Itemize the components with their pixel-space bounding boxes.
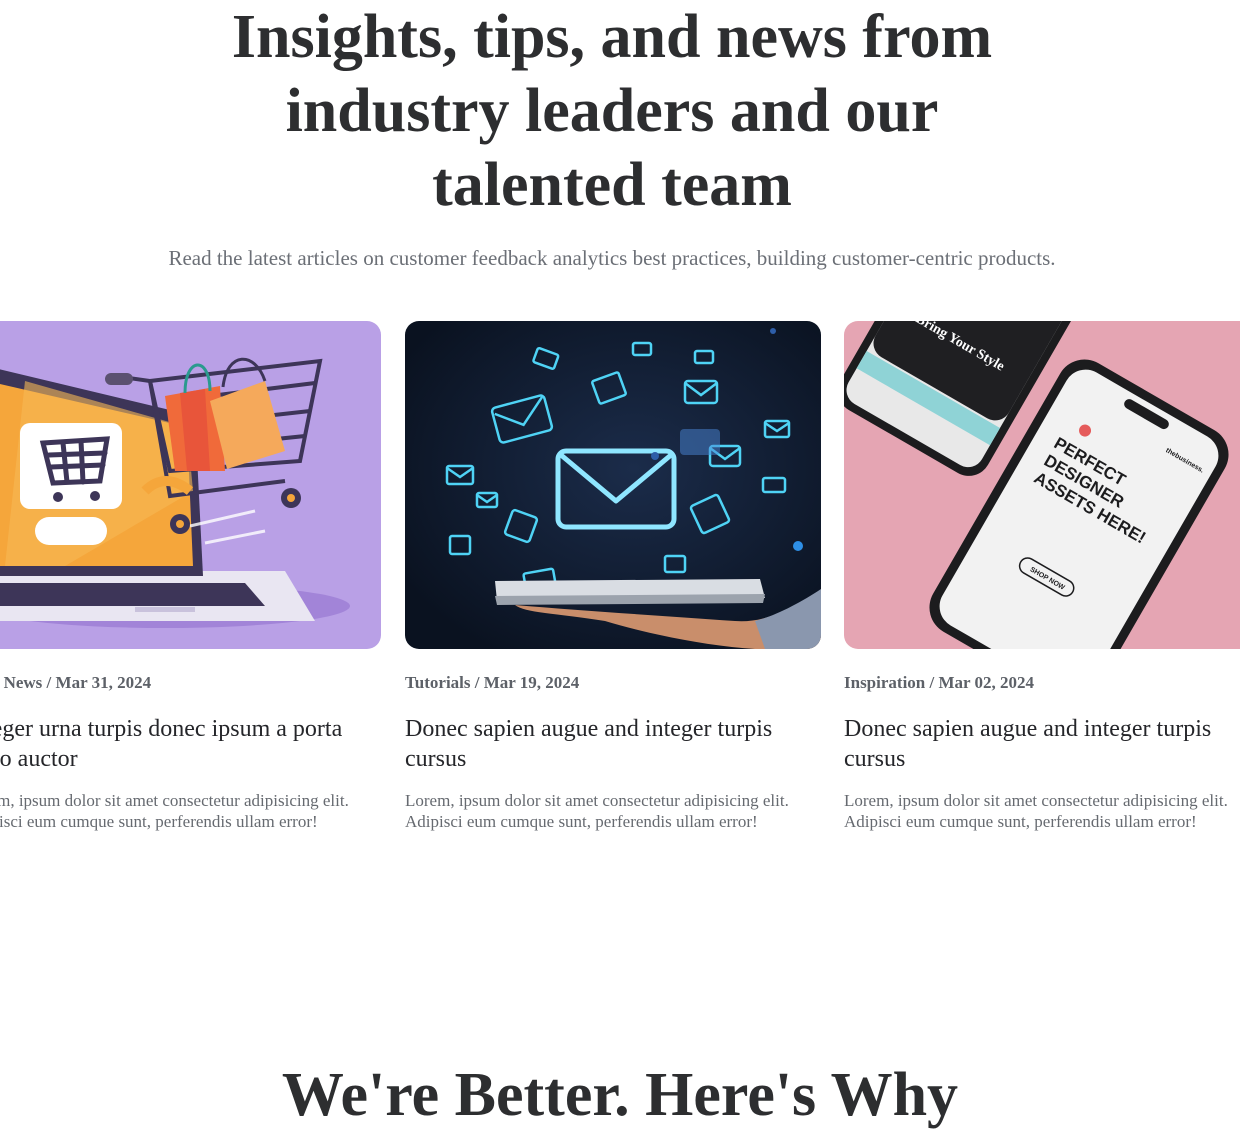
hero-title: Insights, tips, and news from industry l… — [231, 3, 993, 219]
email-envelopes-hand-tablet — [405, 321, 821, 649]
card-title[interactable]: Donec sapien augue and integer turpis cu… — [844, 714, 1240, 774]
card-category[interactable]: Inspiration — [844, 673, 925, 692]
blog-card-tech-news[interactable]: Tech News / Mar 31, 2024 Integer urna tu… — [0, 321, 381, 832]
next-section-title: We're Better. Here's Why — [281, 1061, 959, 1129]
card-date: Mar 02, 2024 — [938, 673, 1035, 692]
card-excerpt: Lorem, ipsum dolor sit amet consectetur … — [0, 791, 349, 831]
card-meta: Tutorials / Mar 19, 2024 — [405, 673, 580, 692]
blog-card-tutorials[interactable]: Tutorials / Mar 19, 2024 Donec sapien au… — [405, 321, 821, 832]
card-category[interactable]: Tutorials — [405, 673, 471, 692]
card-image-shopping-cart[interactable] — [0, 321, 381, 649]
card-image-email[interactable] — [405, 321, 821, 649]
card-title[interactable]: Integer urna turpis donec ipsum a porta … — [0, 714, 381, 774]
card-excerpt: Lorem, ipsum dolor sit amet consectetur … — [844, 791, 1228, 831]
hero-subtitle: Read the latest articles on customer fee… — [168, 246, 1056, 270]
card-image-phones[interactable]: Bring Your Style PERFECT DESIGNER ASSETS… — [844, 321, 1240, 649]
card-meta: Inspiration / Mar 02, 2024 — [844, 673, 1035, 692]
card-category[interactable]: Tech News — [0, 673, 42, 692]
card-date: Mar 31, 2024 — [55, 673, 152, 692]
card-date: Mar 19, 2024 — [483, 673, 580, 692]
card-title[interactable]: Donec sapien augue and integer turpis cu… — [405, 714, 821, 774]
smartphone-mockups-pink: Bring Your Style PERFECT DESIGNER ASSETS… — [844, 321, 1240, 649]
shopping-cart-laptop-illustration — [0, 321, 381, 649]
card-excerpt: Lorem, ipsum dolor sit amet consectetur … — [405, 791, 789, 831]
blog-card-inspiration[interactable]: Bring Your Style PERFECT DESIGNER ASSETS… — [844, 321, 1240, 832]
card-meta: Tech News / Mar 31, 2024 — [0, 672, 381, 694]
